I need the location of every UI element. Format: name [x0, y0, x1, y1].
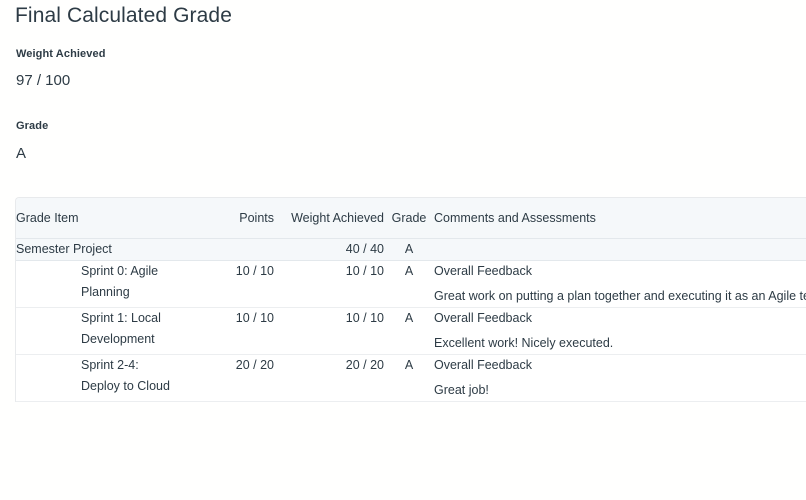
comment-body: Great work on putting a plan together an…: [434, 289, 806, 303]
cell-weight: 10 / 10: [274, 307, 384, 355]
cell-weight: 40 / 40: [274, 238, 384, 261]
comment-title: Overall Feedback: [434, 311, 532, 325]
cell-grade-item: Sprint 1: Local Development: [16, 307, 216, 355]
cell-grade: A: [384, 238, 434, 261]
cell-grade: A: [384, 354, 434, 402]
grade-item-name: Sprint 1: Local Development: [81, 311, 161, 346]
grade-item-name: Semester Project: [16, 242, 112, 256]
cell-comments: Overall Feedback Excellent work! Nicely …: [434, 307, 806, 355]
cell-weight: 10 / 10: [274, 260, 384, 308]
cell-points: 20 / 20: [216, 354, 274, 402]
comment-body: Great job!: [434, 383, 489, 397]
cell-points: [216, 238, 274, 261]
grades-table: Grade Item Points Weight Achieved Grade …: [16, 198, 806, 402]
grade-item-name: Sprint 2-4: Deploy to Cloud: [81, 358, 170, 393]
column-header-grade-item: Grade Item: [16, 198, 216, 239]
comment-title: Overall Feedback: [434, 358, 532, 372]
cell-points: 10 / 10: [216, 307, 274, 355]
column-header-grade: Grade: [384, 198, 434, 239]
grades-table-body: Semester Project 40 / 40 A Sprint 0: Agi…: [16, 238, 806, 402]
table-row: Semester Project 40 / 40 A: [16, 238, 806, 261]
page-title: Final Calculated Grade: [15, 4, 232, 27]
column-header-comments: Comments and Assessments: [434, 198, 806, 239]
grades-page: Final Calculated Grade Weight Achieved 9…: [0, 0, 806, 500]
weight-achieved-value: 97 / 100: [16, 72, 71, 89]
cell-grade-item: Sprint 0: Agile Planning: [16, 260, 216, 308]
cell-grade: A: [384, 307, 434, 355]
cell-comments: Overall Feedback Great work on putting a…: [434, 260, 806, 308]
final-grade-label: Grade: [16, 120, 49, 132]
cell-weight: 20 / 20: [274, 354, 384, 402]
comment-body: Excellent work! Nicely executed.: [434, 336, 614, 350]
table-row: Sprint 0: Agile Planning 10 / 10 10 / 10…: [16, 260, 806, 308]
grades-table-head: Grade Item Points Weight Achieved Grade …: [16, 198, 806, 239]
cell-grade-item: Semester Project: [16, 238, 216, 261]
grade-item-name: Sprint 0: Agile Planning: [81, 264, 159, 299]
cell-grade-item: Sprint 2-4: Deploy to Cloud: [16, 354, 216, 402]
cell-points: 10 / 10: [216, 260, 274, 308]
table-row: Sprint 1: Local Development 10 / 10 10 /…: [16, 307, 806, 355]
cell-comments: [434, 238, 806, 261]
column-header-weight: Weight Achieved: [274, 198, 384, 239]
grades-table-container: Grade Item Points Weight Achieved Grade …: [15, 197, 806, 402]
comment-title: Overall Feedback: [434, 264, 532, 278]
cell-comments: Overall Feedback Great job!: [434, 354, 806, 402]
column-header-points: Points: [216, 198, 274, 239]
cell-grade: A: [384, 260, 434, 308]
weight-achieved-label: Weight Achieved: [16, 48, 106, 60]
final-grade-value: A: [16, 145, 27, 162]
table-header-row: Grade Item Points Weight Achieved Grade …: [16, 198, 806, 239]
table-row: Sprint 2-4: Deploy to Cloud 20 / 20 20 /…: [16, 354, 806, 402]
